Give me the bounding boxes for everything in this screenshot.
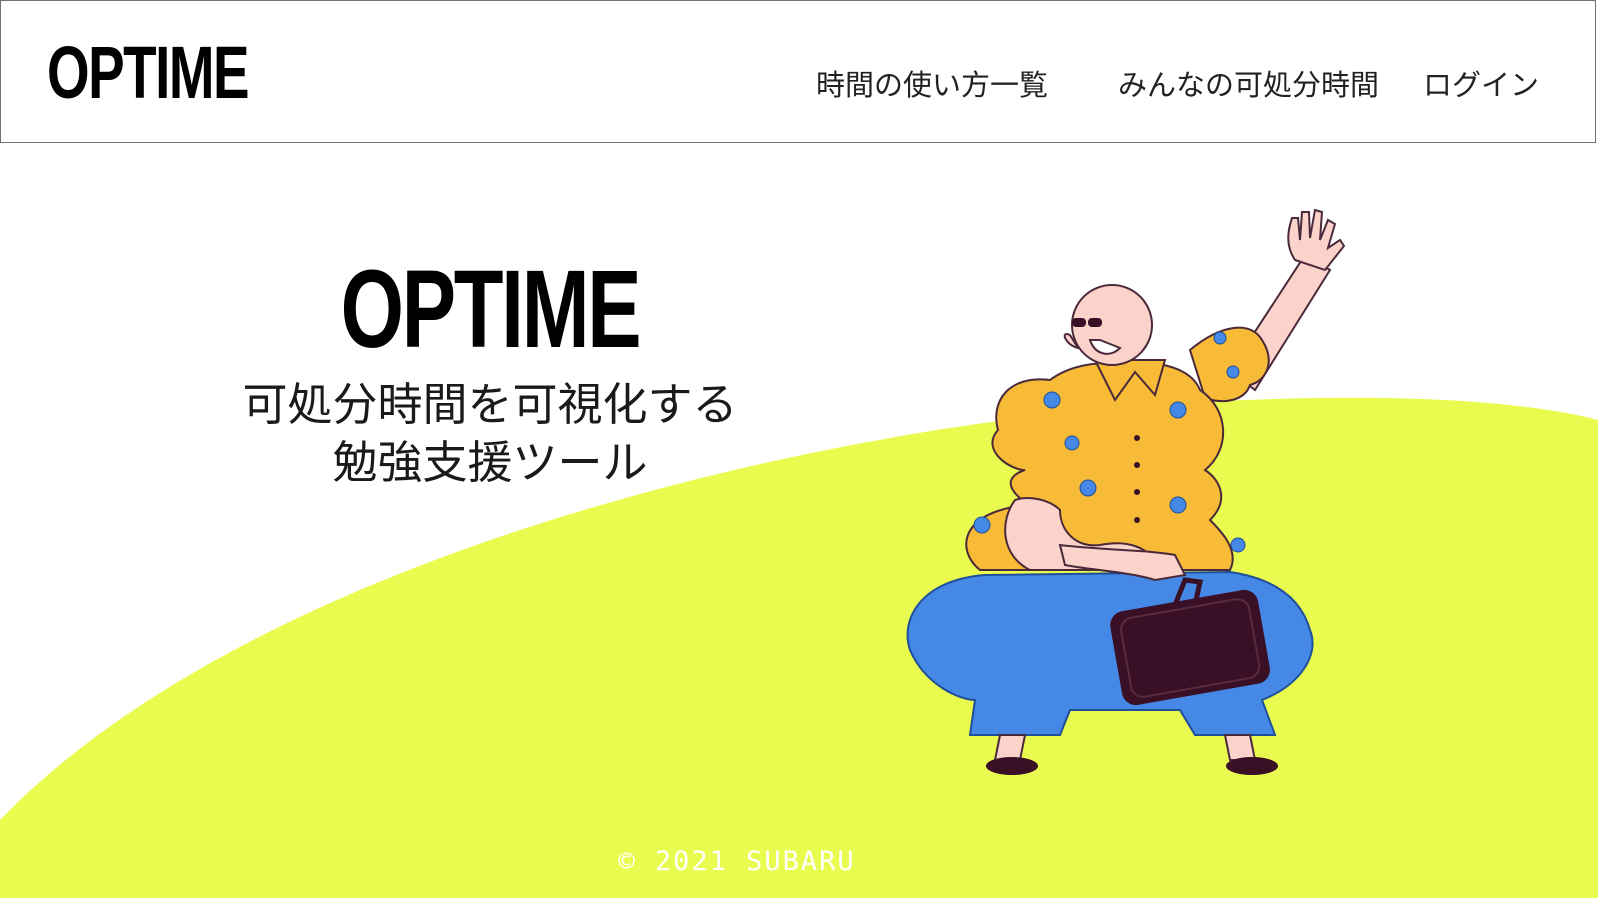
nav-everyones-disposable-time[interactable]: みんなの可処分時間 <box>1118 63 1379 107</box>
landing-page: OPTIME 時間の使い方一覧 みんなの可処分時間 ログイン OPTIME 可処… <box>0 0 1598 898</box>
nav-time-usage-list[interactable]: 時間の使い方一覧 <box>816 63 1048 107</box>
top-navbar: OPTIME 時間の使い方一覧 みんなの可処分時間 ログイン <box>0 0 1596 143</box>
hero-tagline-line2: 勉強支援ツール <box>332 436 648 489</box>
nav-login[interactable]: ログイン <box>1423 63 1539 107</box>
hero-title: OPTIME <box>340 248 642 371</box>
footer-copyright: © 2021 SUBARU <box>0 842 1598 882</box>
site-logo[interactable]: OPTIME <box>47 23 250 123</box>
copyright-text: © 2021 SUBARU <box>618 846 856 877</box>
hero-tagline: 可処分時間を可視化する 勉強支援ツール <box>242 376 737 492</box>
man-with-briefcase-illustration <box>906 208 1346 775</box>
hero-tagline-line1: 可処分時間を可視化する <box>242 378 738 431</box>
